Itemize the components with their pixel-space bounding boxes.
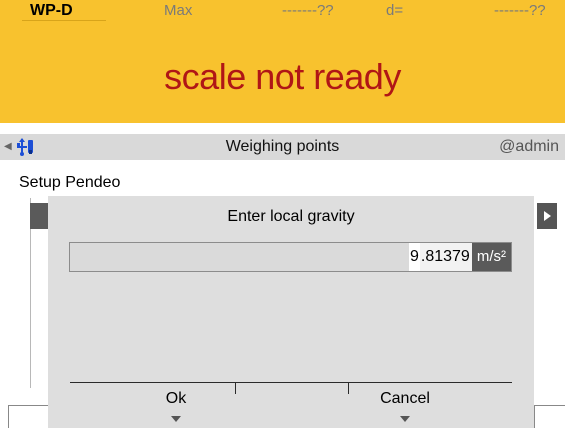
cancel-softkey-arrow-icon (400, 416, 410, 422)
weighing-point-label: WP-D (22, 1, 106, 21)
d-label: d= (386, 2, 404, 19)
max-label: Max (164, 2, 193, 19)
status-line: WP-D Max -------?? d= -------?? (0, 0, 565, 22)
softkey-divider (8, 405, 9, 428)
softkey-separator (235, 382, 236, 394)
input-cursor: 9 (408, 243, 420, 271)
page-title: Weighing points (225, 138, 340, 155)
softkey-separator (348, 382, 349, 394)
d-value: -------?? (494, 2, 546, 19)
dialog-title: Enter local gravity (227, 208, 355, 225)
ok-button[interactable]: Ok (161, 390, 191, 408)
cancel-button[interactable]: Cancel (370, 390, 440, 408)
menu-title: Setup Pendeo (19, 174, 121, 191)
softkey-divider (8, 405, 48, 406)
gravity-dialog: Enter local gravity 9 .81379 m/s² Ok Can… (48, 196, 534, 428)
gravity-unit: m/s² (471, 243, 511, 271)
scroll-right-icon[interactable] (537, 203, 557, 229)
max-value: -------?? (282, 2, 334, 19)
user-label: @admin (499, 138, 559, 155)
gravity-value: 9 .81379 m/s² (408, 243, 511, 271)
status-header: WP-D Max -------?? d= -------?? scale no… (0, 0, 565, 123)
scale-status-message: scale not ready (164, 56, 401, 97)
gravity-input[interactable]: 9 .81379 m/s² (69, 242, 512, 272)
ok-softkey-arrow-icon (171, 416, 181, 422)
title-bar: ◀ Weighing points @admin (0, 134, 565, 160)
softkey-bar (70, 382, 512, 383)
softkey-divider (534, 405, 535, 428)
gravity-value-text: .81379 (419, 243, 472, 271)
